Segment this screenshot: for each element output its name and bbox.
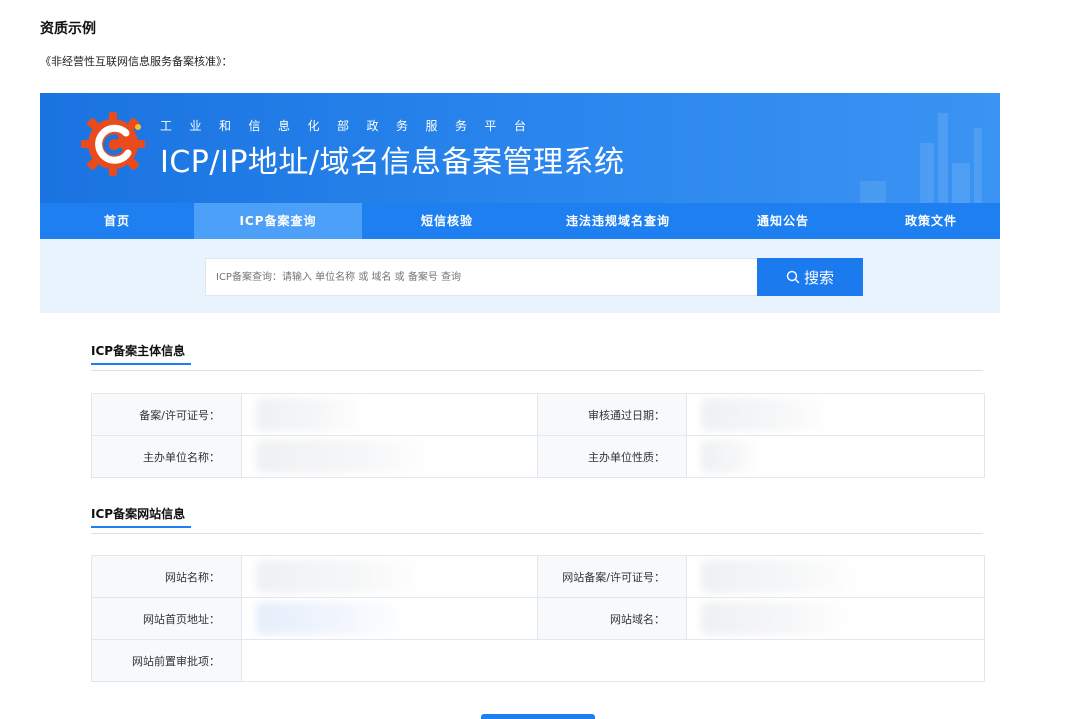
doc-title: 资质示例 [40,21,96,37]
main-nav: 首页 ICP备案查询 短信核验 违法违规域名查询 通知公告 政策文件 [40,203,1000,239]
table-row: 备案/许可证号： 审核通过日期： [91,393,985,436]
value-site-license [686,555,985,598]
subject-info-table: 备案/许可证号： 审核通过日期： 主办单位名称： 主办单位性质： [91,393,985,478]
value-organizer-type [686,435,985,478]
nav-policy-docs[interactable]: 政策文件 [862,203,1000,239]
bottom-action-button[interactable] [481,714,595,719]
value-pre-approval [241,639,985,682]
nav-illegal-domain-query[interactable]: 违法违规域名查询 [532,203,704,239]
table-row: 网站前置审批项： [91,639,985,682]
website-title-underline [91,526,191,528]
nav-notices[interactable]: 通知公告 [704,203,862,239]
label-homepage-url: 网站首页地址： [91,597,242,640]
value-organizer-name [241,435,538,478]
nav-home[interactable]: 首页 [40,203,194,239]
table-row: 主办单位名称： 主办单位性质： [91,435,985,478]
website-section-title: ICP备案网站信息 [91,507,186,521]
label-site-domain: 网站域名： [537,597,687,640]
search-bar: 搜索 [40,239,1000,313]
search-button-label: 搜索 [803,268,834,287]
value-site-name [241,555,538,598]
banner-subtitle: 工业和信息化部政务服务平台 [160,119,544,133]
nav-icp-query[interactable]: ICP备案查询 [194,203,362,239]
value-approval-date [686,393,985,436]
icp-screenshot: 工业和信息化部政务服务平台 ICP/IP地址/域名信息备案管理系统 首页 ICP… [40,93,1000,719]
miit-gear-logo-icon [81,112,145,176]
website-section-divider [91,533,983,534]
subject-title-underline [91,363,191,365]
label-pre-approval: 网站前置审批项： [91,639,242,682]
search-icon [786,270,800,284]
label-site-name: 网站名称： [91,555,242,598]
subject-section-divider [91,370,983,371]
value-site-domain [686,597,985,640]
nav-sms-verify[interactable]: 短信核验 [362,203,532,239]
site-banner: 工业和信息化部政务服务平台 ICP/IP地址/域名信息备案管理系统 [40,93,1000,203]
label-organizer-name: 主办单位名称： [91,435,242,478]
label-site-license: 网站备案/许可证号： [537,555,687,598]
doc-subtitle: 《非经营性互联网信息服务备案核准》： [40,55,233,68]
table-row: 网站首页地址： 网站域名： [91,597,985,640]
label-approval-date: 审核通过日期： [537,393,687,436]
value-license-number [241,393,538,436]
value-homepage-url [241,597,538,640]
table-row: 网站名称： 网站备案/许可证号： [91,555,985,598]
banner-title: ICP/IP地址/域名信息备案管理系统 [160,145,625,180]
label-license-number: 备案/许可证号： [91,393,242,436]
subject-section-title: ICP备案主体信息 [91,344,186,358]
search-button[interactable]: 搜索 [757,258,863,296]
website-info-table: 网站名称： 网站备案/许可证号： 网站首页地址： 网站域名： 网站前置审批项： [91,555,985,682]
label-organizer-type: 主办单位性质： [537,435,687,478]
search-input[interactable] [205,258,757,296]
